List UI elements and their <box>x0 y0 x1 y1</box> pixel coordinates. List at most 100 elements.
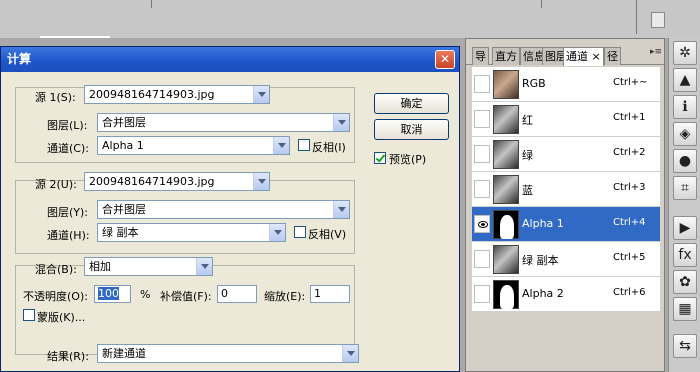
channel-row[interactable]: Alpha 2 Ctrl+6 <box>472 277 660 312</box>
source1-layer-select[interactable]: 合并图层 <box>97 113 350 132</box>
channels-icon[interactable]: ● <box>673 149 697 173</box>
source2-channel-label: 通道(H): <box>47 229 90 242</box>
result-select[interactable]: 新建通道 <box>97 344 359 363</box>
navigator-icon[interactable]: ✲ <box>673 41 697 65</box>
panel-dock-toolbar: ✲ ▲ ℹ ◈ ● ⌗ ▶ fx ✿ ▦ ⇆ <box>668 38 700 372</box>
channel-row[interactable]: RGB Ctrl+~ <box>472 67 660 102</box>
divider <box>541 0 542 8</box>
scrollbar-box[interactable] <box>651 12 665 28</box>
opacity-input[interactable]: 100 <box>94 285 131 303</box>
layers-icon[interactable]: ◈ <box>673 122 697 146</box>
channel-name: 红 <box>522 114 533 127</box>
visibility-eye-icon[interactable] <box>474 215 490 233</box>
channel-thumbnail <box>493 245 519 274</box>
source1-label: 源 1(S): <box>35 91 76 104</box>
divider <box>151 0 152 8</box>
visibility-eye-icon[interactable] <box>474 285 490 303</box>
cancel-button[interactable]: 取消 <box>374 119 449 140</box>
panel-tabs: 导 直方 信息 图层 通道 × 径 ▸≡ <box>466 47 666 66</box>
channel-thumbnail <box>493 210 519 239</box>
source2-file-select[interactable]: 200948164714903.jpg <box>84 172 270 191</box>
swatches-icon[interactable]: ▦ <box>673 297 697 321</box>
source2-channel-select[interactable]: 绿 副本 <box>97 223 286 242</box>
tab-channels[interactable]: 通道 × <box>563 47 604 66</box>
source1-invert-checkbox[interactable] <box>298 139 310 151</box>
chevron-down-icon <box>333 201 349 218</box>
scale-input[interactable]: 1 <box>310 285 350 303</box>
channel-shortcut: Ctrl+6 <box>613 287 646 298</box>
channel-shortcut: Ctrl+~ <box>613 77 648 88</box>
info-icon[interactable]: ℹ <box>673 95 697 119</box>
channel-shortcut: Ctrl+2 <box>613 147 646 158</box>
offset-input[interactable]: 0 <box>217 285 257 303</box>
chevron-down-icon <box>253 86 269 103</box>
opacity-value: 100 <box>98 287 119 300</box>
source1-file-value: 200948164714903.jpg <box>89 88 215 101</box>
close-button[interactable]: ✕ <box>435 50 455 69</box>
tab-channels-label: 通道 <box>566 50 588 63</box>
source1-channel-select[interactable]: Alpha 1 <box>97 136 290 155</box>
source2-layer-value: 合并图层 <box>102 203 146 216</box>
tab-navigator[interactable]: 导 <box>472 47 489 65</box>
tab-paths[interactable]: 径 <box>604 47 621 65</box>
source1-layer-label: 图层(L): <box>47 119 88 132</box>
actions-icon[interactable]: ▶ <box>673 216 697 240</box>
channel-thumbnail <box>493 105 519 134</box>
source2-layer-select[interactable]: 合并图层 <box>97 200 350 219</box>
chevron-down-icon <box>342 345 358 362</box>
channel-thumbnail <box>493 175 519 204</box>
histogram-icon[interactable]: ▲ <box>673 68 697 92</box>
ruler-mark <box>40 36 110 38</box>
channel-name: 绿 <box>522 149 533 162</box>
fx-icon[interactable]: fx <box>673 243 697 267</box>
preview-checkbox[interactable] <box>374 152 386 164</box>
source1-channel-value: Alpha 1 <box>102 139 144 152</box>
channel-name: Alpha 1 <box>522 217 564 230</box>
source1-channel-label: 通道(C): <box>47 142 89 155</box>
color-icon[interactable]: ✿ <box>673 270 697 294</box>
blend-mode-value: 相加 <box>89 260 111 273</box>
channel-shortcut: Ctrl+5 <box>613 252 646 263</box>
paths-icon[interactable]: ⌗ <box>673 176 697 200</box>
channel-name: 蓝 <box>522 184 533 197</box>
source2-file-value: 200948164714903.jpg <box>89 175 215 188</box>
visibility-eye-icon[interactable] <box>474 110 490 128</box>
preview-label: 预览(P) <box>389 153 427 166</box>
channel-row[interactable]: 绿 副本 Ctrl+5 <box>472 242 660 277</box>
channel-name: Alpha 2 <box>522 287 564 300</box>
channel-thumbnail <box>493 70 519 99</box>
ok-button[interactable]: 确定 <box>374 93 449 114</box>
divider <box>636 0 637 34</box>
opacity-label: 不透明度(O): <box>23 290 88 303</box>
channel-shortcut: Ctrl+1 <box>613 112 646 123</box>
blend-mode-select[interactable]: 相加 <box>84 257 213 276</box>
visibility-eye-icon[interactable] <box>474 75 490 93</box>
source1-file-select[interactable]: 200948164714903.jpg <box>84 85 270 104</box>
panel-menu-icon[interactable]: ▸≡ <box>650 47 662 57</box>
chevron-down-icon <box>273 137 289 154</box>
visibility-eye-icon[interactable] <box>474 145 490 163</box>
source2-invert-label: 反相(V) <box>308 228 347 241</box>
channel-shortcut: Ctrl+4 <box>613 217 646 228</box>
history-icon[interactable]: ⇆ <box>673 334 697 358</box>
chevron-down-icon <box>333 114 349 131</box>
channel-row[interactable]: 绿 Ctrl+2 <box>472 137 660 172</box>
source1-invert-label: 反相(I) <box>312 141 346 154</box>
channel-row[interactable]: Alpha 1 Ctrl+4 <box>472 207 660 242</box>
percent-label: % <box>140 288 151 301</box>
source2-channel-value: 绿 副本 <box>102 226 139 239</box>
channel-row[interactable]: 蓝 Ctrl+3 <box>472 172 660 207</box>
visibility-eye-icon[interactable] <box>474 250 490 268</box>
visibility-eye-icon[interactable] <box>474 180 490 198</box>
tab-histogram[interactable]: 直方 <box>492 47 520 65</box>
chevron-down-icon <box>196 258 212 275</box>
source2-invert-checkbox[interactable] <box>294 226 306 238</box>
scale-label: 缩放(E): <box>264 290 306 303</box>
channel-row[interactable]: 红 Ctrl+1 <box>472 102 660 137</box>
source2-layer-label: 图层(Y): <box>47 206 89 219</box>
close-icon[interactable]: × <box>592 50 601 63</box>
canvas-background <box>0 0 700 38</box>
mask-label: 蒙版(K)... <box>37 311 86 324</box>
mask-checkbox[interactable] <box>23 309 35 321</box>
source1-layer-value: 合并图层 <box>102 116 146 129</box>
